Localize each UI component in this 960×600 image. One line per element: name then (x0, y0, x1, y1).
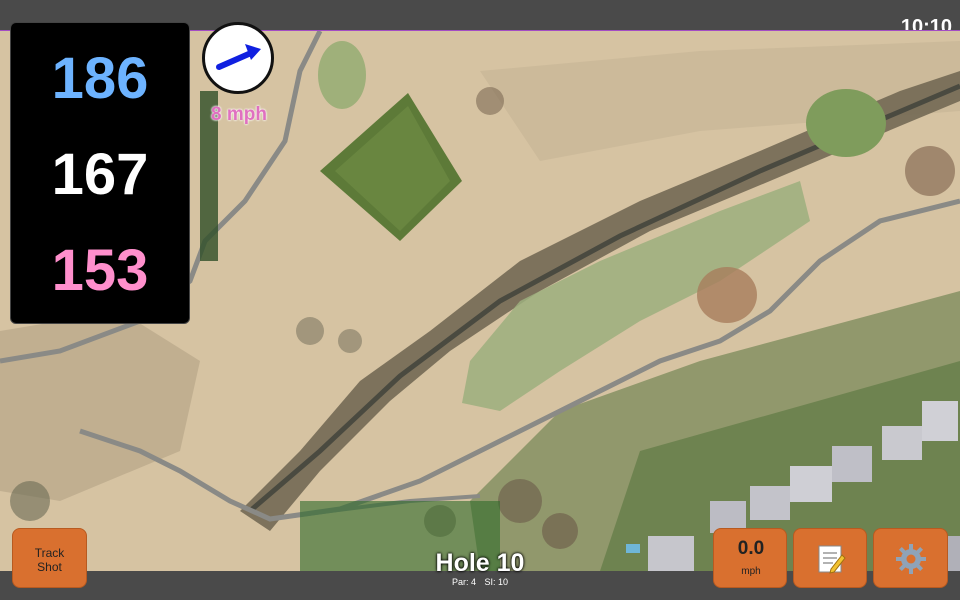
wind-speed-label: 8 mph (211, 104, 267, 125)
hole-title: Hole 10 (435, 549, 525, 577)
distance-back-green: 186 (51, 46, 149, 111)
hole-info: Par: 4 SI: 10 (380, 577, 580, 587)
notes-button[interactable] (793, 528, 867, 588)
notes-icon (818, 545, 846, 574)
distance-panel: 186 167 153 (10, 22, 190, 324)
track-shot-button[interactable]: Track Shot (12, 528, 87, 588)
track-shot-label-line1: Track (34, 546, 65, 560)
hole-stroke-index: SI: 10 (484, 577, 509, 587)
gear-icon (896, 544, 926, 574)
distance-front-green: 153 (51, 238, 149, 303)
wind-speed-value: 0.0 (737, 538, 765, 559)
distance-middle-green: 167 (51, 142, 149, 207)
settings-button[interactable] (873, 528, 948, 588)
track-shot-label-line2: Shot (37, 560, 62, 574)
wind-arrow-icon (216, 44, 261, 70)
wind-indicator (202, 22, 274, 94)
hole-par: Par: 4 (451, 577, 476, 587)
wind-speed-button[interactable]: 0.0 mph (713, 528, 787, 588)
wind-speed-unit: mph (741, 566, 761, 577)
